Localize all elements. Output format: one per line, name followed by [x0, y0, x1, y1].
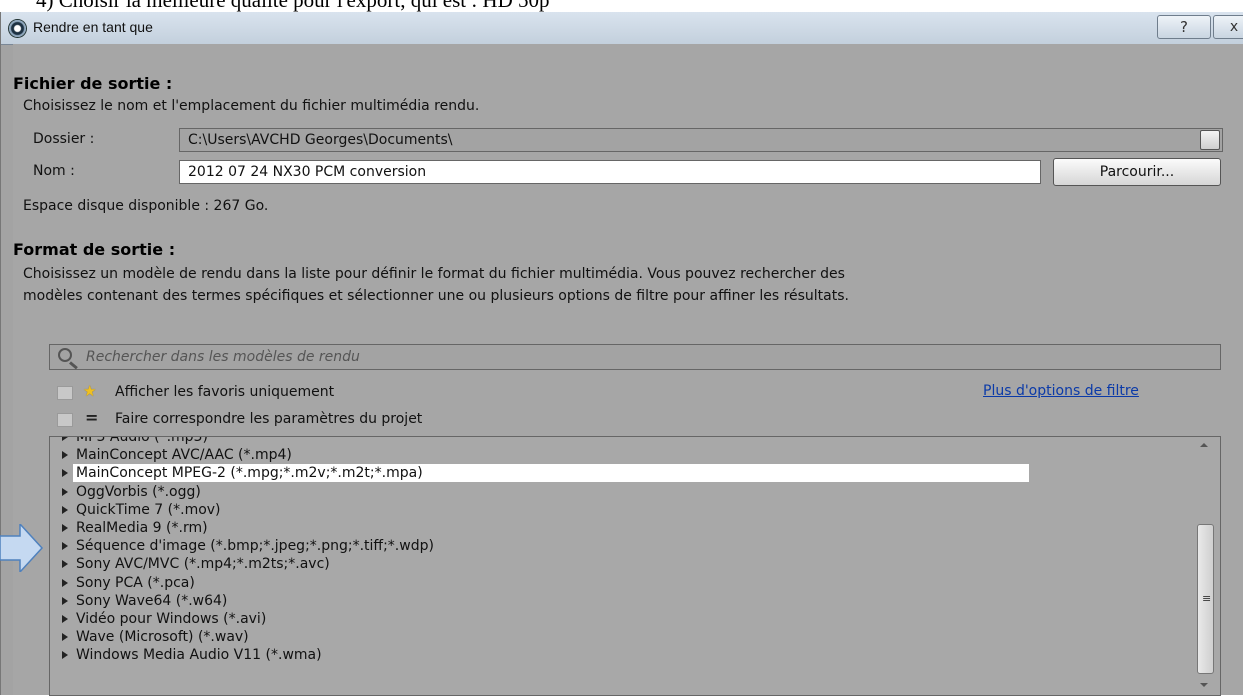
format-list-item-label: Vidéo pour Windows (*.avi): [76, 611, 267, 627]
dialog-content: Fichier de sortie : Choisissez le nom et…: [13, 44, 1243, 696]
expand-arrow-icon[interactable]: [62, 451, 68, 460]
format-list-item[interactable]: Séquence d'image (*.bmp;*.jpeg;*.png;*.t…: [50, 537, 1190, 555]
expand-arrow-icon[interactable]: [62, 615, 68, 623]
folder-value: C:\Users\AVCHD Georges\Documents\: [188, 132, 453, 148]
window-title: Rendre en tant que: [33, 19, 153, 35]
more-filter-options-link[interactable]: Plus d'options de filtre: [983, 383, 1139, 399]
format-list-item-label: RealMedia 9 (*.rm): [76, 520, 208, 536]
scroll-thumb[interactable]: ≡: [1197, 524, 1214, 674]
name-value: 2012 07 24 NX30 PCM conversion: [188, 164, 427, 180]
expand-arrow-icon[interactable]: [62, 524, 68, 532]
format-list-item-label: OggVorbis (*.ogg): [76, 483, 201, 500]
browse-button[interactable]: Parcourir...: [1053, 158, 1221, 186]
expand-arrow-icon[interactable]: [62, 437, 68, 441]
scroll-down-icon[interactable]: [1200, 683, 1208, 687]
favorites-label: Afficher les favoris uniquement: [115, 384, 335, 400]
expand-arrow-icon[interactable]: [62, 487, 68, 496]
format-list-item[interactable]: OggVorbis (*.ogg): [50, 483, 1190, 501]
equals-icon: =: [85, 408, 99, 427]
template-search-box[interactable]: Rechercher dans les modèles de rendu: [49, 344, 1221, 370]
name-input[interactable]: 2012 07 24 NX30 PCM conversion: [179, 160, 1041, 184]
format-list-item-label: QuickTime 7 (*.mov): [76, 501, 221, 518]
format-list-item[interactable]: Sony AVC/MVC (*.mp4;*.m2ts;*.avc): [50, 555, 1190, 573]
list-scrollbar[interactable]: ≡: [1191, 437, 1220, 695]
document-caption: 4) Choisir la meilleure qualité pour l'e…: [36, 0, 550, 12]
expand-arrow-icon[interactable]: [62, 633, 68, 642]
format-list-item-label: MP3 Audio (*.mp3): [76, 436, 208, 445]
star-icon: ★: [83, 382, 97, 400]
format-list-item[interactable]: QuickTime 7 (*.mov): [50, 501, 1190, 519]
scroll-up-icon[interactable]: [1200, 443, 1208, 447]
format-list-item[interactable]: MP3 Audio (*.mp3): [50, 436, 1190, 446]
output-format-description-1: Choisissez un modèle de rendu dans la li…: [23, 266, 845, 282]
format-list-item[interactable]: Sony PCA (*.pca): [50, 574, 1190, 592]
output-format-description-2: modèles contenant des termes spécifiques…: [23, 288, 849, 304]
folder-combobox[interactable]: C:\Users\AVCHD Georges\Documents\: [179, 128, 1223, 152]
name-label: Nom :: [33, 163, 75, 179]
format-list-item[interactable]: RealMedia 9 (*.rm): [50, 519, 1190, 537]
expand-arrow-icon[interactable]: [62, 651, 68, 660]
format-list[interactable]: MP3 Audio (*.mp3) MainConcept AVC/AAC (*.…: [49, 436, 1221, 696]
output-file-description: Choisissez le nom et l'emplacement du fi…: [23, 98, 480, 114]
format-list-item[interactable]: MainConcept AVC/AAC (*.mp4): [50, 446, 1190, 464]
expand-arrow-icon[interactable]: [62, 505, 68, 514]
format-list-item-label: Wave (Microsoft) (*.wav): [76, 629, 249, 646]
expand-arrow-icon[interactable]: [62, 469, 68, 478]
app-icon: [9, 20, 26, 37]
format-list-item[interactable]: Vidéo pour Windows (*.avi): [50, 610, 1190, 628]
help-button[interactable]: ?: [1157, 15, 1211, 39]
favorites-checkbox[interactable]: [57, 386, 73, 400]
render-as-dialog: Rendre en tant que ? x Fichier de sortie…: [0, 12, 1243, 696]
expand-arrow-icon[interactable]: [62, 578, 68, 587]
format-list-item[interactable]: Wave (Microsoft) (*.wav): [50, 628, 1190, 646]
output-format-heading: Format de sortie :: [13, 240, 176, 259]
expand-arrow-icon[interactable]: [62, 560, 68, 569]
folder-label: Dossier :: [33, 131, 95, 147]
format-list-item[interactable]: MainConcept MPEG-2 (*.mpg;*.m2v;*.m2t;*.…: [50, 464, 1190, 483]
format-list-item-label: Séquence d'image (*.bmp;*.jpeg;*.png;*.t…: [76, 538, 434, 555]
search-icon: [58, 348, 72, 362]
format-list-item[interactable]: Sony Wave64 (*.w64): [50, 592, 1190, 610]
folder-dropdown-icon[interactable]: [1200, 130, 1220, 150]
format-list-item-label: Sony AVC/MVC (*.mp4;*.m2ts;*.avc): [76, 556, 330, 573]
output-file-heading: Fichier de sortie :: [13, 74, 173, 93]
disk-space-text: Espace disque disponible : 267 Go.: [23, 198, 269, 214]
format-list-item-label: Sony PCA (*.pca): [76, 574, 195, 591]
title-bar[interactable]: Rendre en tant que ? x: [1, 12, 1243, 45]
expand-arrow-icon[interactable]: [62, 596, 68, 605]
format-list-item-label: MainConcept AVC/AAC (*.mp4): [76, 447, 292, 464]
expand-arrow-icon[interactable]: [62, 542, 68, 551]
format-list-item-label: MainConcept MPEG-2 (*.mpg;*.m2v;*.m2t;*.…: [73, 464, 1029, 483]
format-list-item-label: Sony Wave64 (*.w64): [76, 592, 228, 609]
pointer-arrow-icon: [0, 524, 44, 572]
match-project-checkbox[interactable]: [57, 413, 73, 427]
format-list-item-label: Windows Media Audio V11 (*.wma): [76, 647, 322, 664]
format-list-item[interactable]: Windows Media Audio V11 (*.wma): [50, 646, 1190, 664]
match-project-label: Faire correspondre les paramètres du pro…: [115, 411, 423, 427]
search-placeholder: Rechercher dans les modèles de rendu: [86, 349, 360, 365]
close-button[interactable]: x: [1213, 15, 1243, 39]
grip-icon: ≡: [1202, 592, 1212, 605]
